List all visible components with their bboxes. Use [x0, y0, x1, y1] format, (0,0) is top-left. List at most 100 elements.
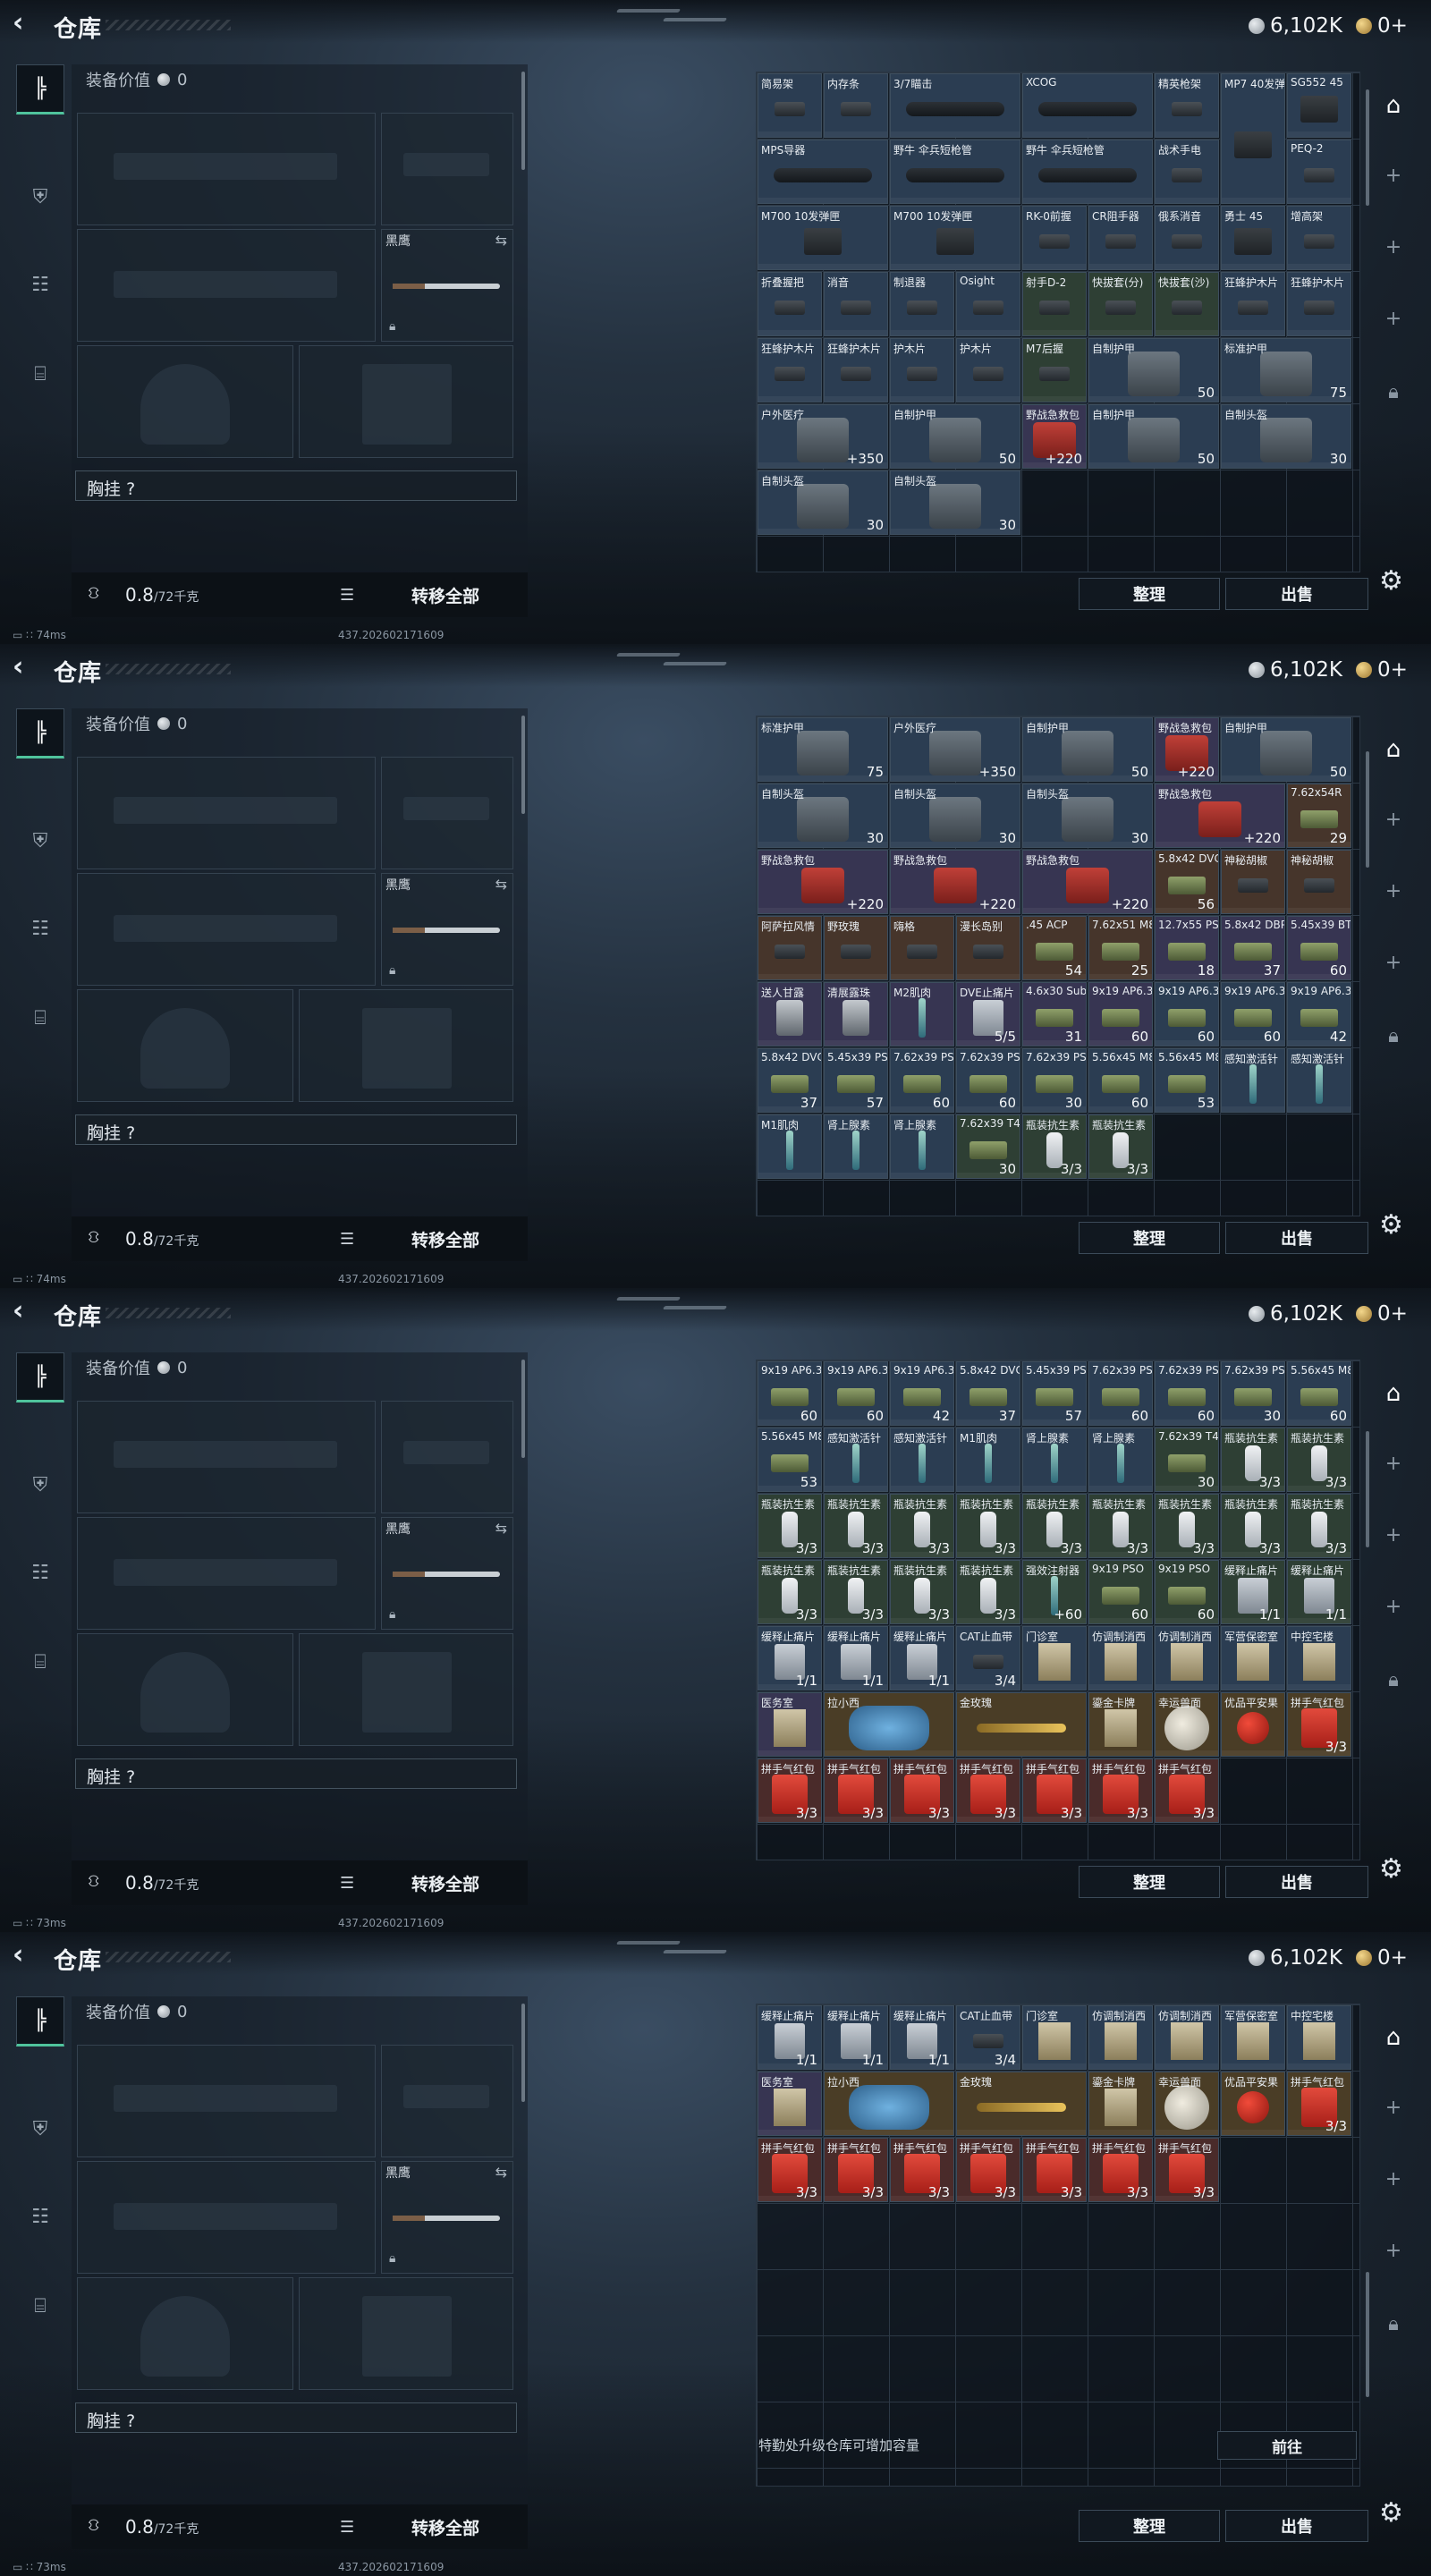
- stash-item[interactable]: 拼手气红包 3/3: [1088, 2138, 1153, 2202]
- stash-item[interactable]: 瓶装抗生素 3/3: [890, 1494, 954, 1558]
- tab-vest[interactable]: ☷: [16, 2191, 64, 2241]
- stash-item[interactable]: 仿调制消西: [1088, 2005, 1153, 2070]
- sell-button[interactable]: 出售: [1225, 2510, 1368, 2542]
- stash-page-icon[interactable]: ⌂: [1377, 1377, 1410, 1410]
- stash-item[interactable]: 瓶装抗生素 3/3: [890, 1560, 954, 1624]
- stash-item[interactable]: 幸运兽面: [1155, 1692, 1219, 1757]
- stash-item[interactable]: 拼手气红包 3/3: [1287, 1692, 1351, 1757]
- sort-button[interactable]: 整理: [1079, 2510, 1220, 2542]
- stash-item[interactable]: 俄系消音: [1155, 206, 1219, 270]
- transfer-all-button[interactable]: 转移全部: [411, 1871, 479, 1895]
- primary-weapon-slot[interactable]: [77, 2045, 376, 2157]
- tab-weapon[interactable]: ╠: [16, 1996, 64, 2046]
- primary-weapon-slot[interactable]: [77, 113, 376, 225]
- stash-item[interactable]: 野战急救包 +220: [1022, 404, 1087, 469]
- swap-icon[interactable]: ⇆: [495, 232, 507, 249]
- sort-button[interactable]: 整理: [1079, 1866, 1220, 1898]
- stash-item[interactable]: 肾上腺素: [1022, 1428, 1087, 1492]
- helmet-slot[interactable]: [77, 2277, 293, 2390]
- tab-backpack[interactable]: ⌸: [16, 1637, 64, 1687]
- stash-item[interactable]: 神秘胡椒: [1287, 850, 1351, 914]
- stash-item[interactable]: 金玫瑰: [956, 2072, 1087, 2136]
- stash-item[interactable]: 7.62x51 M80 25: [1088, 916, 1153, 980]
- add-page-icon[interactable]: +: [1377, 1590, 1410, 1623]
- stash-item[interactable]: M7后握: [1022, 338, 1087, 402]
- stash-item[interactable]: 缓释止痛片 1/1: [1287, 1560, 1351, 1624]
- stash-item[interactable]: 自制头盔 30: [758, 470, 888, 535]
- body-armor-slot[interactable]: [299, 989, 513, 1102]
- stash-item[interactable]: 9x19 AP6.3 42: [1287, 982, 1351, 1046]
- pistol-slot[interactable]: [381, 113, 513, 225]
- stash-item[interactable]: M1肌肉: [956, 1428, 1020, 1492]
- stash-item[interactable]: 快拔套(沙): [1155, 272, 1219, 336]
- stash-item[interactable]: 制退器: [890, 272, 954, 336]
- pistol-slot[interactable]: [381, 2045, 513, 2157]
- stash-item[interactable]: MP7 40发弹匣: [1221, 73, 1285, 204]
- stash-item[interactable]: 7.62x39 PS 60: [890, 1048, 954, 1113]
- stash-item[interactable]: 野战急救包 +220: [1022, 850, 1153, 914]
- swap-icon[interactable]: ⇆: [495, 2164, 507, 2181]
- body-armor-slot[interactable]: [299, 1633, 513, 1746]
- tab-backpack[interactable]: ⌸: [16, 349, 64, 399]
- transfer-all-button[interactable]: 转移全部: [411, 1227, 479, 1251]
- stash-item[interactable]: 幸运兽面: [1155, 2072, 1219, 2136]
- stash-item[interactable]: 瓶装抗生素 3/3: [1155, 1494, 1219, 1558]
- primary-weapon-slot[interactable]: [77, 1401, 376, 1513]
- add-page-icon[interactable]: +: [1377, 302, 1410, 335]
- settings-gear-icon[interactable]: ⚙: [1379, 1853, 1403, 1885]
- transfer-all-button[interactable]: 转移全部: [411, 2515, 479, 2539]
- chest-rig-help-icon[interactable]: ?: [126, 1767, 135, 1787]
- stash-item[interactable]: 标准护甲 75: [1221, 338, 1351, 402]
- stash-item[interactable]: 自制护甲 50: [1088, 404, 1219, 469]
- secondary-weapon-slot[interactable]: [77, 873, 376, 986]
- stash-item[interactable]: 射手D-2: [1022, 272, 1087, 336]
- stash-item[interactable]: 自制头盔 30: [890, 470, 1020, 535]
- add-page-icon[interactable]: +: [1377, 2163, 1410, 2195]
- stash-item[interactable]: 缓释止痛片 1/1: [824, 1626, 888, 1690]
- sort-button[interactable]: 整理: [1079, 578, 1220, 610]
- secondary-weapon-slot[interactable]: [77, 229, 376, 342]
- stash-item[interactable]: 自制护甲 50: [890, 404, 1020, 469]
- add-page-icon[interactable]: +: [1377, 803, 1410, 835]
- gold-currency[interactable]: 0+: [1356, 1946, 1408, 1970]
- stash-item[interactable]: 拼手气红包 3/3: [1088, 1758, 1153, 1823]
- go-button[interactable]: 前往: [1217, 2431, 1357, 2460]
- stash-item[interactable]: 拼手气红包 3/3: [1287, 2072, 1351, 2136]
- back-arrow-icon[interactable]: ‹: [13, 1298, 41, 1325]
- stash-item[interactable]: 缓释止痛片 1/1: [890, 1626, 954, 1690]
- stash-item[interactable]: 护木片: [890, 338, 954, 402]
- stash-item[interactable]: 瓶装抗生素 3/3: [758, 1560, 822, 1624]
- stash-item[interactable]: 狂蜂护木片: [758, 338, 822, 402]
- secondary-weapon-slot[interactable]: [77, 2161, 376, 2274]
- add-page-icon[interactable]: +: [1377, 946, 1410, 979]
- add-page-icon[interactable]: +: [1377, 2234, 1410, 2267]
- stash-item[interactable]: 折叠握把: [758, 272, 822, 336]
- stash-item[interactable]: 5.8x42 DVC12 56: [1155, 850, 1219, 914]
- stash-item[interactable]: 拼手气红包 3/3: [758, 1758, 822, 1823]
- stash-item[interactable]: 中控宅楼: [1287, 2005, 1351, 2070]
- tab-vest[interactable]: ☷: [16, 1547, 64, 1597]
- stash-item[interactable]: 拼手气红包 3/3: [956, 2138, 1020, 2202]
- chest-rig-help-icon[interactable]: ?: [126, 479, 135, 499]
- back-arrow-icon[interactable]: ‹: [13, 10, 41, 37]
- stash-item[interactable]: 野玫瑰: [824, 916, 888, 980]
- tab-weapon[interactable]: ╠: [16, 708, 64, 758]
- stash-item[interactable]: M1肌肉: [758, 1114, 822, 1179]
- chest-rig-help-icon[interactable]: ?: [126, 1123, 135, 1143]
- stash-item[interactable]: M700 10发弹匣: [758, 206, 888, 270]
- stash-item[interactable]: 7.62x39 PS 60: [1088, 1361, 1153, 1426]
- stash-item[interactable]: 瓶装抗生素 3/3: [1221, 1494, 1285, 1558]
- chest-rig-bar[interactable]: 胸挂 ?: [75, 470, 517, 501]
- primary-weapon-slot[interactable]: [77, 757, 376, 869]
- stash-item[interactable]: 勇士 45: [1221, 206, 1285, 270]
- stash-item[interactable]: 消音: [824, 272, 888, 336]
- stash-item[interactable]: 7.62x39 PS 30: [1022, 1048, 1087, 1113]
- stash-item[interactable]: 仿调制消西: [1155, 2005, 1219, 2070]
- transfer-all-button[interactable]: 转移全部: [411, 583, 479, 607]
- stash-item[interactable]: 9x19 AP6.3 42: [890, 1361, 954, 1426]
- stash-item[interactable]: 瓶装抗生素 3/3: [1287, 1494, 1351, 1558]
- stash-item[interactable]: 优品平安果: [1221, 1692, 1285, 1757]
- chest-rig-bar[interactable]: 胸挂 ?: [75, 1758, 517, 1789]
- stash-item[interactable]: 嗨格: [890, 916, 954, 980]
- gold-currency[interactable]: 0+: [1356, 14, 1408, 38]
